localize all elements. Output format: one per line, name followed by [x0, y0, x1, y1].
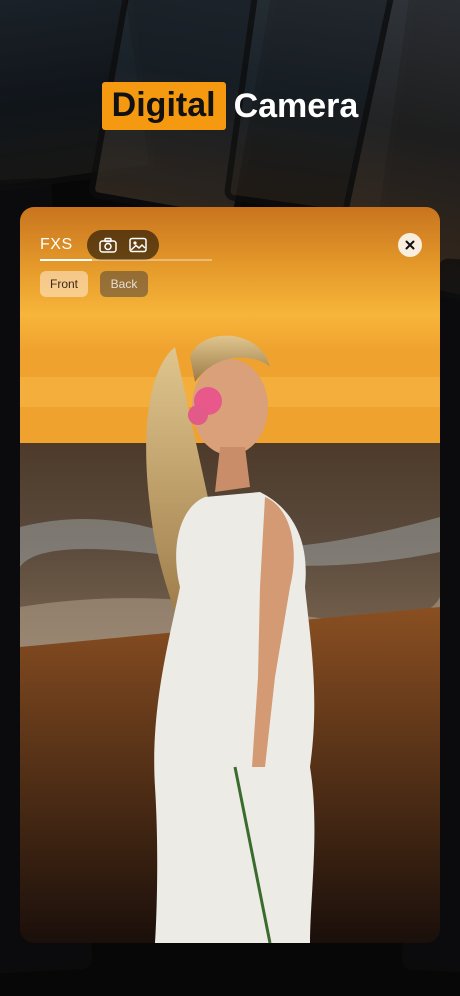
- camera-icon[interactable]: [98, 236, 117, 254]
- capture-mode-toggle[interactable]: [86, 230, 159, 260]
- back-camera-button[interactable]: Back: [100, 271, 149, 297]
- camera-facing-toggle: Front Back: [40, 271, 149, 297]
- camera-title: FXS: [40, 236, 73, 253]
- front-camera-button[interactable]: Front: [40, 271, 89, 297]
- close-button[interactable]: [398, 233, 422, 257]
- camera-topbar: FXS: [40, 229, 422, 261]
- sample-photo: [20, 207, 440, 943]
- image-icon[interactable]: [128, 236, 147, 254]
- close-icon: [405, 240, 415, 250]
- camera-preview-card: FXS Front Back: [20, 207, 440, 943]
- headline-text: Camera: [233, 87, 359, 125]
- headline: Digital Camera: [0, 82, 460, 130]
- mode-indicator: [40, 259, 212, 261]
- headline-highlight: Digital: [101, 82, 226, 130]
